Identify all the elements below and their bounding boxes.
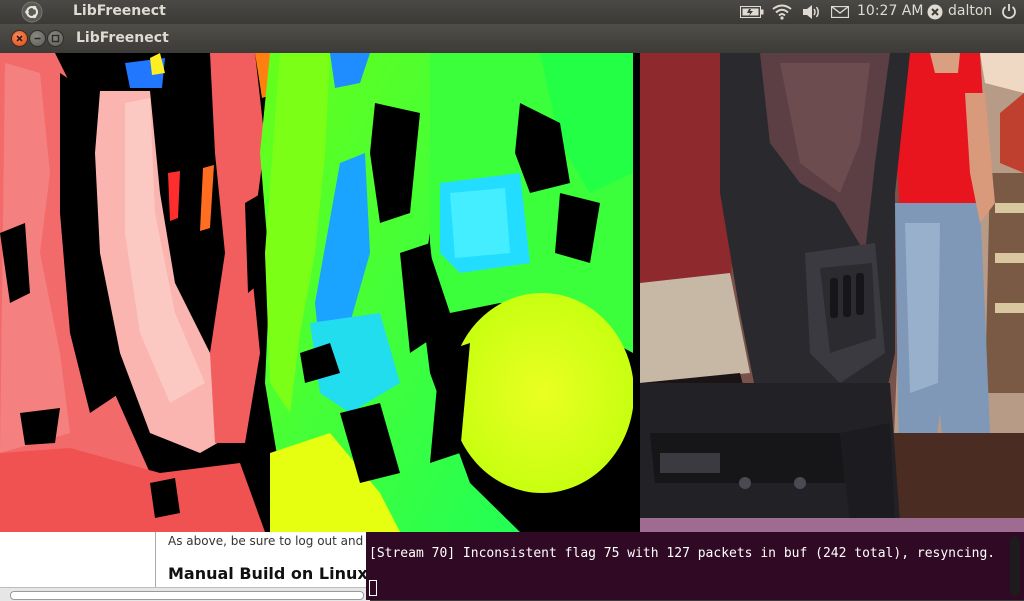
maximize-icon <box>51 34 60 43</box>
user-name[interactable]: dalton <box>948 3 992 19</box>
minimize-icon <box>34 37 41 40</box>
minimize-button[interactable] <box>29 30 46 47</box>
volume-icon[interactable] <box>802 4 822 20</box>
terminal-window[interactable]: [Stream 70] Inconsistent flag 75 with 12… <box>366 532 1024 600</box>
window-titlebar[interactable]: LibFreenect <box>0 24 1024 53</box>
close-icon <box>16 35 23 42</box>
battery-icon[interactable] <box>740 6 764 18</box>
terminal-cursor <box>369 580 377 596</box>
mail-icon[interactable] <box>831 6 849 18</box>
user-status-icon[interactable] <box>927 4 943 20</box>
panel-app-title: LibFreenect <box>73 3 166 19</box>
depth-map-image <box>0 53 633 532</box>
wifi-icon[interactable] <box>772 4 792 20</box>
window-title: LibFreenect <box>76 30 169 46</box>
rgb-camera-image <box>640 53 1024 532</box>
ubuntu-logo-icon[interactable] <box>21 1 43 23</box>
document-text-line: As above, be sure to log out and <box>168 534 364 548</box>
depth-camera-view <box>0 53 633 532</box>
document-heading: Manual Build on Linux <box>168 564 368 583</box>
top-panel: LibFreenect 10:27 AM dalton <box>0 0 1024 24</box>
terminal-output-line: [Stream 70] Inconsistent flag 75 with 12… <box>369 546 996 561</box>
document-scroll-thumb[interactable] <box>10 591 364 600</box>
rgb-camera-view <box>640 53 1024 532</box>
view-separator <box>633 53 640 532</box>
clock[interactable]: 10:27 AM <box>857 3 923 19</box>
close-button[interactable] <box>11 30 28 47</box>
power-icon[interactable] <box>1001 3 1017 19</box>
background-document: As above, be sure to log out and Manual … <box>0 532 370 601</box>
document-horizontal-scrollbar[interactable] <box>0 587 370 601</box>
terminal-scrollbar[interactable] <box>1010 536 1020 596</box>
maximize-button[interactable] <box>47 30 64 47</box>
